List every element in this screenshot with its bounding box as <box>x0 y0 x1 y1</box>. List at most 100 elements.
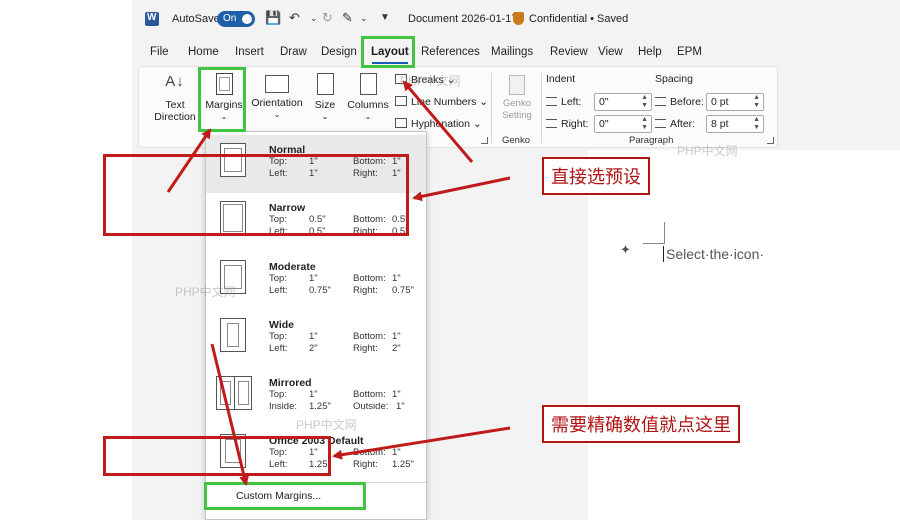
editor-wand-icon[interactable]: ✦ <box>620 242 631 258</box>
callout-custom: 需要精确数值就点这里 <box>542 405 740 443</box>
tab-mailings[interactable]: Mailings <box>491 46 533 58</box>
chevron-down-icon: ⌄ <box>364 112 372 121</box>
text-direction-label-1: Text <box>165 99 185 111</box>
preset-outside-label: Outside: <box>353 401 389 412</box>
document-text[interactable]: Select·the·icon· <box>663 246 764 262</box>
spinner-icon[interactable]: ▲ ▼ <box>753 94 760 110</box>
preset-right-value: 2" <box>392 343 401 354</box>
genko-group-label: Genko <box>502 135 530 146</box>
save-icon[interactable]: 💾 <box>265 10 281 26</box>
undo-icon[interactable]: ↶ <box>289 10 300 26</box>
spacing-after-value: 8 pt <box>711 118 729 130</box>
page-setup-launcher-icon[interactable] <box>481 137 488 144</box>
size-label: Size <box>314 99 336 111</box>
spinner-icon[interactable]: ▲ ▼ <box>641 116 648 132</box>
preset-bottom-label: Bottom: <box>353 389 386 400</box>
margins-preset-moderate[interactable]: Moderate Top: 1" Bottom: 1" Left: 0.75" … <box>206 252 426 310</box>
preset-bottom-value: 1" <box>392 331 401 342</box>
tab-help[interactable]: Help <box>638 46 662 58</box>
indent-left-label: Left: <box>546 96 581 108</box>
preset-bottom-value: 1" <box>392 273 401 284</box>
preset-inside-label: Inside: <box>269 401 297 412</box>
margins-preset-wide[interactable]: Wide Top: 1" Bottom: 1" Left: 2" Right: … <box>206 310 426 368</box>
document-title: Document 2026-01-17 <box>408 13 518 25</box>
columns-label: Columns <box>347 99 389 111</box>
genko-setting-button[interactable]: Genko Setting <box>496 75 538 122</box>
tab-review[interactable]: Review <box>550 46 588 58</box>
shield-icon <box>513 12 524 25</box>
tab-view[interactable]: View <box>598 46 623 58</box>
preset-name: Moderate <box>269 261 316 273</box>
tab-file[interactable]: File <box>150 46 169 58</box>
tab-epm[interactable]: EPM <box>677 46 702 58</box>
indent-left-field[interactable]: 0" ▲ ▼ <box>594 93 652 111</box>
autosave-toggle[interactable]: On <box>217 11 255 27</box>
indent-left-text: Left: <box>561 96 582 108</box>
ribbon-tabs: File Home Insert Draw Design Layout Refe… <box>132 38 900 68</box>
preset-right-label: Right: <box>353 285 378 296</box>
preset-bottom-label: Bottom: <box>353 331 386 342</box>
chevron-down-icon: ⌄ <box>273 110 281 119</box>
group-separator <box>491 73 492 143</box>
autosave-state: On <box>223 13 237 24</box>
document-page[interactable] <box>588 150 900 520</box>
genko-label-2: Setting <box>502 110 532 121</box>
tab-home[interactable]: Home <box>188 46 219 58</box>
preset-left-value: 2" <box>309 343 318 354</box>
tab-insert[interactable]: Insert <box>235 46 264 58</box>
indent-right-label: Right: <box>546 118 588 130</box>
custom-margins-highlight <box>204 482 366 510</box>
text-direction-button[interactable]: A↓ Text Direction <box>153 73 197 123</box>
sensitivity-label[interactable]: Confidential • Saved <box>529 13 628 25</box>
tab-design[interactable]: Design <box>321 46 357 58</box>
spacing-before-icon <box>655 97 666 106</box>
redo-icon[interactable]: ↻ <box>322 10 333 26</box>
size-button[interactable]: Size ⌄ <box>307 73 343 123</box>
preset-top-label: Top: <box>269 389 287 400</box>
orientation-label: Orientation <box>251 97 303 109</box>
paragraph-launcher-icon[interactable] <box>767 137 774 144</box>
preset-highlight-box <box>103 154 409 236</box>
hyphenation-icon <box>395 118 407 128</box>
title-bar: AutoSave On 💾 ↶ ⌄ ↻ ✎ ⌄ ▼ Document 2026-… <box>132 0 900 38</box>
genko-icon <box>509 75 525 95</box>
layout-tab-highlight <box>361 36 415 68</box>
indent-right-field[interactable]: 0" ▲ ▼ <box>594 115 652 133</box>
columns-icon <box>359 73 377 95</box>
columns-button[interactable]: Columns ⌄ <box>345 73 391 123</box>
spacing-after-label: After: <box>655 118 695 130</box>
preset-top-label: Top: <box>269 273 287 284</box>
preset-right-label: Right: <box>353 459 378 470</box>
chevron-down-icon: ⌄ <box>321 112 329 121</box>
watermark-text: PHP中文网 <box>296 418 357 432</box>
preset-bottom-label: Bottom: <box>353 273 386 284</box>
spacing-after-field[interactable]: 8 pt ▲ ▼ <box>706 115 764 133</box>
preset-right-label: Right: <box>353 343 378 354</box>
indent-left-value: 0" <box>599 96 609 108</box>
spacing-before-field[interactable]: 0 pt ▲ ▼ <box>706 93 764 111</box>
paragraph-group-label: Paragraph <box>629 135 674 146</box>
chevron-down-icon[interactable]: ⌄ <box>310 13 318 24</box>
hyphenation-button[interactable]: Hyphenation ⌄ <box>395 118 482 130</box>
chevron-down-icon[interactable]: ⌄ <box>360 13 368 24</box>
spinner-icon[interactable]: ▲ ▼ <box>641 94 648 110</box>
autosave-label: AutoSave <box>172 13 220 25</box>
hyphenation-label: Hyphenation <box>411 118 470 130</box>
tab-draw[interactable]: Draw <box>280 46 307 58</box>
customize-qat-icon[interactable]: ▼ <box>380 12 390 23</box>
spacing-after-text: After: <box>670 118 696 130</box>
spinner-icon[interactable]: ▲ ▼ <box>753 116 760 132</box>
group-separator <box>541 73 542 143</box>
tab-references[interactable]: References <box>421 46 480 58</box>
watermark-text: PHP中文网 <box>677 144 738 158</box>
line-numbers-button[interactable]: Line Numbers ⌄ <box>395 96 488 108</box>
preset-right-value: 1.25" <box>392 459 414 470</box>
indent-label: Indent <box>546 73 576 85</box>
watermark-text: PHP中文网 <box>175 285 236 299</box>
preset-bottom-value: 1" <box>392 447 401 458</box>
text-direction-icon: A↓ <box>165 73 185 90</box>
orientation-button[interactable]: Orientation ⌄ <box>247 73 307 121</box>
format-painter-icon[interactable]: ✎ <box>342 10 353 26</box>
genko-label-1: Genko <box>503 98 531 109</box>
preset-bottom-label: Bottom: <box>353 447 386 458</box>
